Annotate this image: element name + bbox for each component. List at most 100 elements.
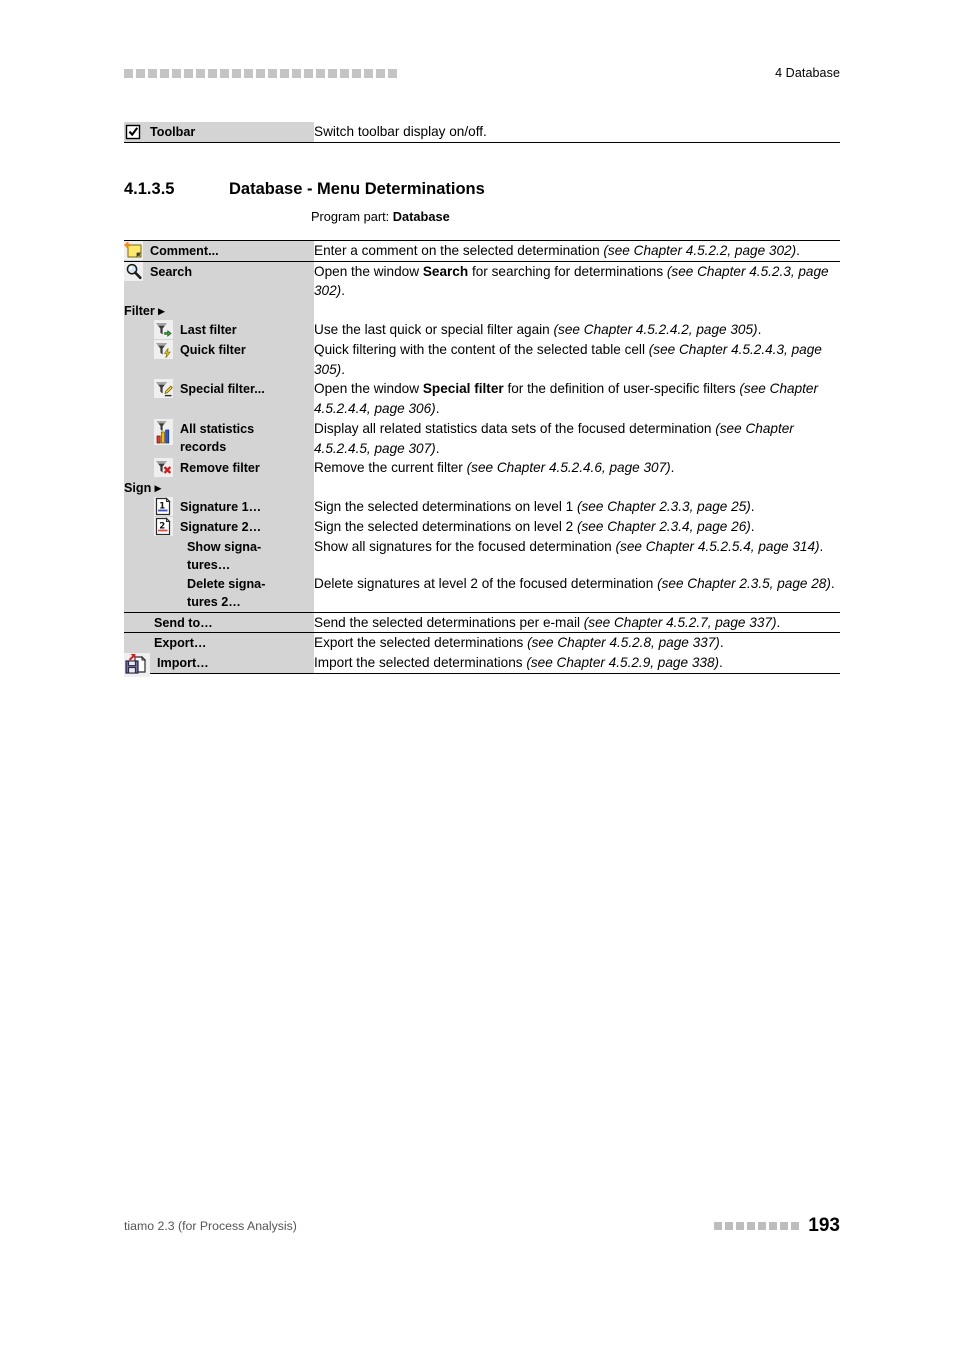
toolbar-table: Toolbar Switch toolbar display on/off. bbox=[124, 122, 840, 143]
row-description-cell: Switch toolbar display on/off. bbox=[314, 122, 840, 143]
row-label-group: Remove filter bbox=[124, 458, 314, 478]
row-label-text: Comment... bbox=[150, 244, 219, 258]
table-row: Export… Export the selected determination… bbox=[124, 632, 840, 654]
row-label-group: Special filter... bbox=[124, 379, 314, 399]
decoration-square bbox=[196, 68, 205, 78]
filter-quick-icon bbox=[154, 340, 173, 360]
row-label-cell: Quick filter bbox=[124, 340, 314, 380]
row-label-cell: Last filter bbox=[124, 320, 314, 341]
decoration-square bbox=[340, 68, 349, 78]
row-label-text: Signature 2… bbox=[180, 519, 262, 534]
table-row: Toolbar Switch toolbar display on/off. bbox=[124, 122, 840, 143]
decoration-square bbox=[725, 1222, 734, 1230]
table-row: Quick filter Quick filtering with the con… bbox=[124, 340, 840, 380]
row-label-group: Search bbox=[124, 261, 314, 281]
decoration-square bbox=[780, 1222, 789, 1230]
table-row: Search Open the window Search for searchi… bbox=[124, 260, 840, 302]
row-label-cell: Export… bbox=[124, 632, 314, 654]
decoration-square bbox=[736, 1222, 745, 1230]
row-label-text: Filter ▸ bbox=[124, 304, 165, 319]
row-label-group: Filter ▸ bbox=[124, 301, 314, 320]
filter-special-icon bbox=[154, 379, 173, 399]
row-label-cell: Show signa-tures… bbox=[124, 536, 314, 575]
comment-add-icon bbox=[124, 241, 143, 260]
decoration-square bbox=[316, 68, 325, 78]
row-label-text: Show signa-tures… bbox=[187, 539, 262, 572]
signature-1-icon: 1 bbox=[154, 497, 173, 517]
row-label-cell: Import… bbox=[124, 653, 314, 678]
decoration-square bbox=[292, 68, 301, 78]
row-label-text: Toolbar bbox=[150, 125, 196, 139]
row-description-cell: Import the selected determinations (see … bbox=[314, 653, 840, 674]
row-label-cell: Filter ▸ bbox=[124, 301, 314, 321]
checkbox-checked-icon bbox=[124, 122, 143, 141]
signature-2-icon: 2 bbox=[154, 516, 173, 536]
row-description-cell: Enter a comment on the selected determin… bbox=[314, 240, 840, 262]
row-description-cell: Send the selected determinations per e-m… bbox=[314, 611, 840, 633]
row-label-text: Import… bbox=[157, 656, 209, 671]
row-label-cell: Sign ▸ bbox=[124, 477, 314, 498]
decoration-square bbox=[244, 68, 253, 78]
footer-page-group: 193 bbox=[714, 1215, 840, 1237]
header-decoration-squares bbox=[124, 68, 397, 78]
row-label-group: Comment... bbox=[124, 241, 314, 260]
row-description-cell bbox=[314, 301, 840, 320]
page-number: 193 bbox=[808, 1215, 840, 1236]
decoration-square bbox=[124, 68, 133, 78]
row-description-cell: Use the last quick or special filter aga… bbox=[314, 322, 762, 338]
row-label-group: 1 Signature 1… bbox=[124, 497, 314, 517]
table-row: Last filter Use the last quick or special… bbox=[124, 320, 840, 341]
row-label-group: Sign ▸ bbox=[124, 478, 314, 497]
row-label-group: All statistics records bbox=[124, 418, 314, 457]
decoration-square bbox=[304, 68, 313, 78]
program-part-prefix: Program part: bbox=[311, 209, 393, 224]
row-label-cell: 2 Signature 2… bbox=[124, 516, 314, 537]
table-row: Show signa-tures… Show all signatures for… bbox=[124, 536, 840, 575]
row-description-cell: Sign the selected determinations on leve… bbox=[314, 499, 755, 515]
row-label-cell: 1 Signature 1… bbox=[124, 497, 314, 517]
decoration-square bbox=[208, 68, 217, 78]
row-description-cell: Delete signatures at level 2 of the focu… bbox=[314, 576, 835, 592]
row-label-cell: Toolbar bbox=[124, 122, 314, 143]
footer-decoration-squares bbox=[714, 1222, 800, 1230]
row-label-cell: Search bbox=[124, 260, 314, 302]
decoration-square bbox=[268, 68, 277, 78]
row-description-cell: Open the window Search for searching for… bbox=[314, 260, 840, 302]
footer-product-name: tiamo 2.3 (for Process Analysis) bbox=[124, 1219, 297, 1233]
filter-remove-icon bbox=[154, 458, 173, 478]
running-header: 4 Database bbox=[124, 66, 840, 80]
decoration-square bbox=[352, 68, 361, 78]
toolbar-label-group: Toolbar bbox=[124, 122, 314, 141]
decoration-square bbox=[148, 68, 157, 78]
row-label-cell: Remove filter bbox=[124, 458, 314, 478]
section-title: Database - Menu Determinations bbox=[229, 180, 485, 198]
row-description-cell: Sign the selected determinations on leve… bbox=[314, 518, 755, 534]
row-label-group: Show signa-tures… bbox=[124, 537, 314, 575]
decoration-square bbox=[220, 68, 229, 78]
row-label-cell: Special filter... bbox=[124, 379, 314, 419]
table-row: Comment... Enter a comment on the selecte… bbox=[124, 240, 840, 262]
row-label-group: 2 Signature 2… bbox=[124, 516, 314, 536]
row-label-group: Send to… bbox=[124, 613, 314, 632]
row-label-text: Signature 1… bbox=[180, 500, 262, 515]
decoration-square bbox=[769, 1222, 778, 1230]
row-label-text: All statistics records bbox=[180, 421, 255, 455]
row-label-text: Special filter... bbox=[180, 382, 265, 397]
row-label-text: Export… bbox=[154, 636, 207, 651]
row-label-text: Send to… bbox=[154, 615, 213, 630]
decoration-square bbox=[376, 68, 385, 78]
row-label-text: Last filter bbox=[180, 323, 237, 338]
decoration-square bbox=[136, 68, 145, 78]
row-label-cell: All statistics records bbox=[124, 418, 314, 459]
decoration-square bbox=[388, 68, 397, 78]
table-row: Remove filter Remove the current filter (… bbox=[124, 458, 840, 478]
header-chapter-title: 4 Database bbox=[775, 66, 840, 80]
decoration-square bbox=[328, 68, 337, 78]
row-label-group: Quick filter bbox=[124, 340, 314, 360]
row-label-text: Search bbox=[150, 264, 193, 279]
section-number: 4.1.3.5 bbox=[124, 180, 175, 198]
import-icon bbox=[124, 653, 150, 678]
row-label-text: Quick filter bbox=[180, 343, 246, 358]
row-label-group: Delete signa-tures 2… bbox=[124, 574, 314, 612]
filter-statistics-icon bbox=[154, 418, 173, 445]
